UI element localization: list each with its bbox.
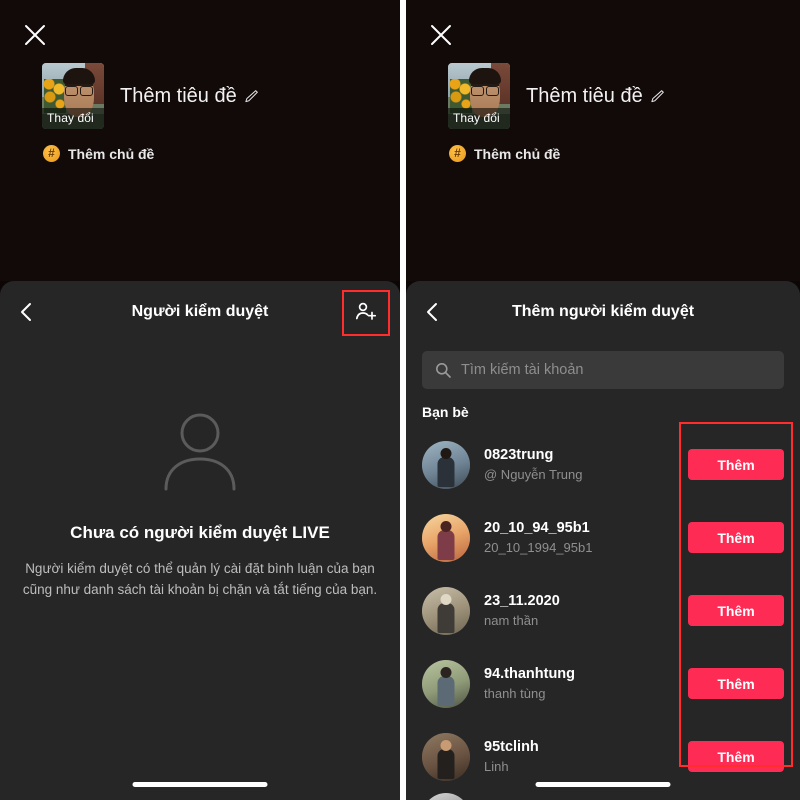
pencil-icon[interactable] [244,89,259,104]
empty-state-description: Người kiểm duyệt có thể quản lý cài đặt … [22,561,378,597]
thumb-glasses [65,84,93,96]
left-phone-screen: Thay đổi Thêm tiêu đề # Thêm chủ đề Ngườ… [0,0,400,800]
friend-meta: 23_11.2020nam thần [470,593,688,628]
close-icon[interactable] [22,22,48,48]
avatar-figure [437,456,455,487]
add-friend-button[interactable]: Thêm [688,522,784,553]
friend-name: 94.thanhtung [484,666,576,682]
friend-name: 20_10_94_95b1 [484,520,590,536]
live-title-text: Thêm tiêu đề [526,84,643,107]
thumb-hair [63,68,95,84]
add-moderator-sheet: Thêm người kiểm duyệt Bạn bè 0823trung @ … [406,281,800,800]
avatar [422,440,470,489]
avatar-figure [437,675,455,706]
friend-row[interactable]: 23_11.2020 nam thần Thêm [406,574,800,647]
avatar [422,732,470,781]
avatar-head [440,739,452,751]
live-title-row[interactable]: Thay đổi Thêm tiêu đề [448,63,665,129]
person-add-icon[interactable] [349,296,383,328]
search-area [406,343,800,389]
friend-row[interactable]: 20_10_94_95b1 20_10_1994_95b1 Thêm [406,501,800,574]
add-topic-label: Thêm chủ đề [68,145,155,162]
friend-row-partial[interactable] [406,793,800,800]
search-icon [435,362,451,378]
avatar [422,586,470,635]
thumb-hair [469,68,501,84]
search-input[interactable] [461,362,771,378]
avatar [422,793,470,800]
add-friend-button[interactable]: Thêm [688,741,784,772]
add-topic-row[interactable]: # Thêm chủ đề [43,145,154,162]
empty-state: Chưa có người kiểm duyệt LIVE Người kiểm… [0,401,400,601]
avatar-head [440,447,452,459]
live-setup-top-area: Thay đổi Thêm tiêu đề # Thêm chủ đề [0,0,400,281]
person-placeholder-icon [153,401,247,495]
pencil-icon[interactable] [650,89,665,104]
friend-meta: 94.thanhtung thanh tùng [470,666,688,701]
home-indicator [132,782,268,787]
live-title[interactable]: Thêm tiêu đề [120,85,259,108]
live-setup-top-area-right: Thay đổi Thêm tiêu đề # Thêm chủ đề [406,0,800,281]
add-topic-row[interactable]: # Thêm chủ đề [449,145,560,162]
friend-name: 0823trung [484,447,554,463]
avatar-head [440,593,452,605]
avatar-figure [437,602,455,633]
avatar-head [440,666,452,678]
friend-name: 23_11.2020 [484,593,560,609]
friend-name: 95tclinh [484,739,539,755]
add-topic-label: Thêm chủ đề [474,145,561,162]
thumb-glasses [471,84,499,96]
add-friend-button[interactable]: Thêm [688,668,784,699]
moderator-sheet-header: Người kiểm duyệt [0,281,400,343]
friend-row[interactable]: 94.thanhtung thanh tùng Thêm [406,647,800,720]
close-icon[interactable] [428,22,454,48]
add-friend-button[interactable]: Thêm [688,595,784,626]
avatar-figure [437,748,455,779]
sheet-title: Thêm người kiểm duyệt [511,303,695,320]
add-moderator-sheet-header: Thêm người kiểm duyệt [406,281,800,343]
avatar-head [440,520,452,532]
hashtag-icon: # [43,145,60,162]
friend-subtitle: nam thần [484,613,539,628]
change-cover-label[interactable]: Thay đổi [42,108,104,129]
friend-subtitle: thanh tùng [484,686,546,701]
live-title-row[interactable]: Thay đổi Thêm tiêu đề [42,63,259,129]
cover-thumbnail[interactable]: Thay đổi [42,63,104,129]
moderator-sheet: Người kiểm duyệt Chưa có người kiểm duyệ… [0,281,400,800]
home-indicator [535,782,671,787]
change-cover-label[interactable]: Thay đổi [448,108,510,129]
right-phone-screen: Thay đổi Thêm tiêu đề # Thêm chủ đề Thêm… [406,0,800,800]
friend-meta: 95tclinh Linh [470,739,688,774]
sheet-title: Người kiểm duyệt [131,303,269,320]
friend-subtitle: 20_10_1994_95b1 [484,540,593,555]
avatar [422,659,470,708]
hashtag-icon: # [449,145,466,162]
add-friend-button[interactable]: Thêm [688,449,784,480]
friend-meta: 20_10_94_95b1 20_10_1994_95b1 [470,520,688,555]
search-box[interactable] [422,351,784,389]
friend-row[interactable]: 0823trung @ Nguyễn Trung Thêm [406,428,800,501]
friend-meta: 0823trung @ Nguyễn Trung [470,447,688,482]
chevron-left-icon[interactable] [422,301,444,323]
cover-thumbnail[interactable]: Thay đổi [448,63,510,129]
friend-subtitle: Linh [484,759,509,774]
avatar-figure [437,529,455,560]
avatar [422,513,470,562]
chevron-left-icon[interactable] [16,301,38,323]
live-title-text: Thêm tiêu đề [120,84,237,107]
friend-subtitle: @ Nguyễn Trung [484,467,583,482]
empty-state-title: Chưa có người kiểm duyệt LIVE [70,523,330,542]
screenshot-root: Thay đổi Thêm tiêu đề # Thêm chủ đề Ngườ… [0,0,800,800]
live-title[interactable]: Thêm tiêu đề [526,85,665,108]
friends-section-label: Bạn bè [422,404,469,420]
friends-list: 0823trung @ Nguyễn Trung Thêm 20_10_94_95b1… [406,428,800,800]
